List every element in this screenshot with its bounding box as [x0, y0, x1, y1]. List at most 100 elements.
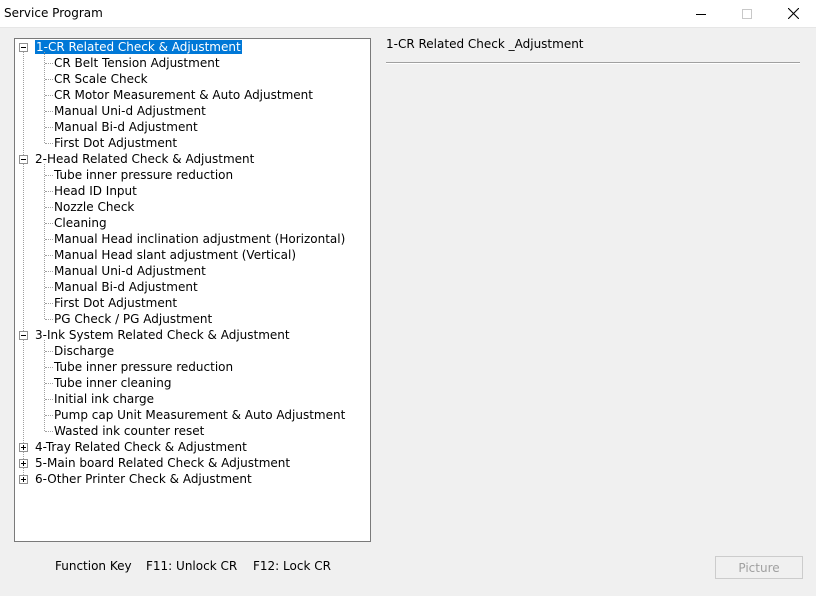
close-button[interactable]	[770, 0, 816, 27]
tree-connector	[45, 111, 53, 112]
tree-item[interactable]: Manual Head slant adjustment (Vertical)	[54, 247, 296, 263]
minimize-button[interactable]	[678, 0, 724, 27]
tree-connector	[45, 415, 53, 416]
tree-connector	[45, 351, 53, 352]
tree-item[interactable]: Cleaning	[54, 215, 107, 231]
tree-connector	[44, 164, 45, 319]
f11-label: F11: Unlock CR	[146, 559, 238, 573]
tree-connector	[45, 127, 53, 128]
tree-item-label: Manual Bi-d Adjustment	[54, 120, 198, 134]
detail-title: 1-CR Related Check _Adjustment	[386, 37, 584, 51]
tree-group-label: 6-Other Printer Check & Adjustment	[35, 472, 252, 486]
tree-group[interactable]: 6-Other Printer Check & Adjustment	[35, 471, 252, 487]
tree-connector	[44, 52, 45, 143]
tree-item-label: Tube inner cleaning	[54, 376, 172, 390]
tree-item[interactable]: Nozzle Check	[54, 199, 134, 215]
function-tree[interactable]: 1-CR Related Check & Adjustment CR Belt T…	[14, 38, 371, 542]
tree-connector	[45, 255, 53, 256]
tree-item[interactable]: CR Belt Tension Adjustment	[54, 55, 220, 71]
tree-item-label: Wasted ink counter reset	[54, 424, 205, 438]
tree-item-label: First Dot Adjustment	[54, 136, 178, 150]
tree-item[interactable]: Pump cap Unit Measurement & Auto Adjustm…	[54, 407, 345, 423]
tree-item[interactable]: CR Motor Measurement & Auto Adjustment	[54, 87, 313, 103]
collapse-icon[interactable]	[19, 155, 28, 164]
tree-connector	[45, 191, 53, 192]
collapse-icon[interactable]	[19, 331, 28, 340]
tree-item-label: Manual Head slant adjustment (Vertical)	[54, 248, 297, 262]
tree-item-label: First Dot Adjustment	[54, 296, 178, 310]
tree-item-label: PG Check / PG Adjustment	[54, 312, 213, 326]
tree-item-label: Manual Uni-d Adjustment	[54, 264, 206, 278]
maximize-icon	[742, 8, 752, 19]
tree-item[interactable]: Manual Uni-d Adjustment	[54, 263, 206, 279]
tree-item[interactable]: First Dot Adjustment	[54, 295, 177, 311]
picture-button[interactable]: Picture	[715, 556, 803, 579]
detail-divider	[386, 62, 800, 64]
expand-icon[interactable]	[19, 459, 28, 468]
tree-group-label: 2-Head Related Check & Adjustment	[35, 152, 255, 166]
tree-item-label: Discharge	[54, 344, 115, 358]
tree-item[interactable]: Head ID Input	[54, 183, 137, 199]
tree-connector	[45, 367, 53, 368]
function-key-label: Function Key	[55, 559, 132, 573]
tree-item-label: Tube inner pressure reduction	[54, 360, 234, 374]
tree-group-label: 1-CR Related Check & Adjustment	[34, 39, 243, 55]
tree-connector	[45, 383, 53, 384]
tree-group[interactable]: 2-Head Related Check & Adjustment	[35, 151, 254, 167]
tree-group-label: 4-Tray Related Check & Adjustment	[35, 440, 247, 454]
tree-connector	[45, 319, 53, 320]
tree-item[interactable]: Tube inner pressure reduction	[54, 359, 233, 375]
tree-item-label: Nozzle Check	[54, 200, 135, 214]
tree-connector	[45, 207, 53, 208]
tree-item[interactable]: Manual Bi-d Adjustment	[54, 279, 198, 295]
close-icon	[787, 8, 799, 19]
collapse-icon[interactable]	[19, 43, 28, 52]
tree-item-label: CR Motor Measurement & Auto Adjustment	[54, 88, 313, 102]
tree-connector	[45, 175, 53, 176]
maximize-button	[724, 0, 770, 27]
tree-connector	[45, 143, 53, 144]
tree-item[interactable]: CR Scale Check	[54, 71, 148, 87]
tree-root-connector	[23, 52, 24, 475]
tree-connector	[45, 95, 53, 96]
tree-item[interactable]: First Dot Adjustment	[54, 135, 177, 151]
tree-connector	[45, 431, 53, 432]
tree-connector	[45, 287, 53, 288]
tree-group-label: 3-Ink System Related Check & Adjustment	[35, 328, 290, 342]
tree-item-label: Initial ink charge	[54, 392, 155, 406]
tree-item[interactable]: Discharge	[54, 343, 114, 359]
tree-item[interactable]: Tube inner pressure reduction	[54, 167, 233, 183]
tree-item-label: CR Belt Tension Adjustment	[54, 56, 220, 70]
tree-group[interactable]: 4-Tray Related Check & Adjustment	[35, 439, 247, 455]
tree-item-label: Manual Head inclination adjustment (Hori…	[54, 232, 346, 246]
tree-connector	[45, 239, 53, 240]
tree-item[interactable]: Initial ink charge	[54, 391, 154, 407]
tree-item-label: Pump cap Unit Measurement & Auto Adjustm…	[54, 408, 346, 422]
tree-item-label: Cleaning	[54, 216, 107, 230]
tree-connector	[45, 63, 53, 64]
tree-item-label: Manual Bi-d Adjustment	[54, 280, 198, 294]
tree-item[interactable]: Manual Uni-d Adjustment	[54, 103, 206, 119]
tree-item[interactable]: Tube inner cleaning	[54, 375, 171, 391]
tree-item[interactable]: PG Check / PG Adjustment	[54, 311, 212, 327]
expand-icon[interactable]	[19, 443, 28, 452]
tree-group[interactable]: 3-Ink System Related Check & Adjustment	[35, 327, 290, 343]
tree-connector	[45, 399, 53, 400]
tree-item[interactable]: Wasted ink counter reset	[54, 423, 204, 439]
window-title: Service Program	[4, 6, 103, 20]
tree-group[interactable]: 1-CR Related Check & Adjustment	[34, 39, 243, 55]
tree-item-label: Head ID Input	[54, 184, 137, 198]
minimize-icon	[696, 13, 706, 15]
tree-connector	[45, 271, 53, 272]
expand-icon[interactable]	[19, 475, 28, 484]
tree-item[interactable]: Manual Head inclination adjustment (Hori…	[54, 231, 345, 247]
tree-connector	[45, 79, 53, 80]
tree-group[interactable]: 5-Main board Related Check & Adjustment	[35, 455, 290, 471]
tree-connector	[45, 303, 53, 304]
tree-connector	[44, 340, 45, 431]
tree-item-label: Tube inner pressure reduction	[54, 168, 234, 182]
tree-item-label: CR Scale Check	[54, 72, 148, 86]
tree-item[interactable]: Manual Bi-d Adjustment	[54, 119, 198, 135]
title-bar: Service Program	[0, 0, 816, 28]
tree-item-label: Manual Uni-d Adjustment	[54, 104, 206, 118]
